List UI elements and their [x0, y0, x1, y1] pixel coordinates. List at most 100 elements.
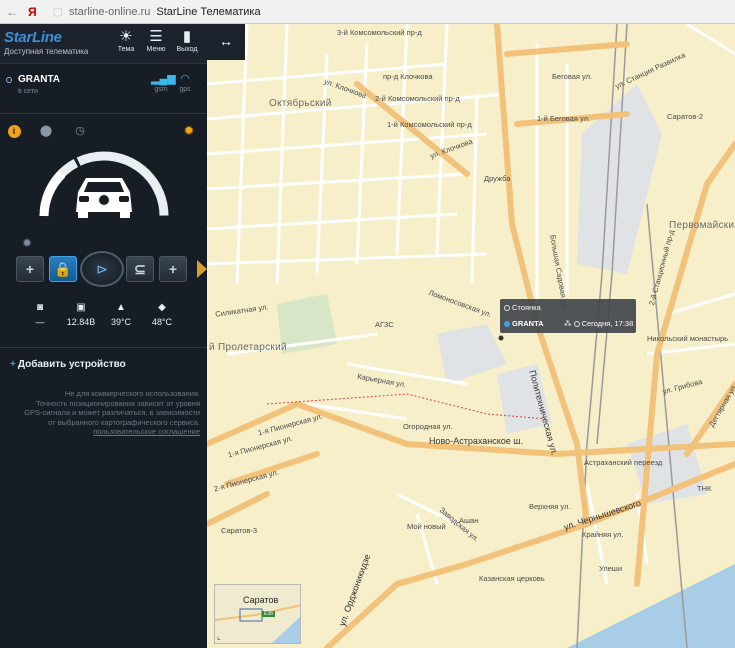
- poi-label: Никольский монастырь: [647, 334, 729, 343]
- back-icon[interactable]: ←: [6, 5, 18, 19]
- engine-temperature-icon: ◆: [158, 302, 166, 313]
- disclaimer-line: GPS-сигнала и может различаться, в завис…: [24, 408, 200, 417]
- theme-label: Тема: [117, 46, 135, 53]
- page-title: StarLine Телематика: [156, 5, 261, 18]
- gauge-arc-icon: [39, 151, 169, 218]
- disclaimer-line: Точность позиционирования зависит от уро…: [35, 398, 200, 408]
- tab-info[interactable]: i: [2, 122, 26, 140]
- starline-logo[interactable]: StarLine: [4, 29, 62, 46]
- tab-location[interactable]: ⬤: [34, 122, 58, 140]
- popup-time: ⁂ Сегодня, 17:38: [564, 319, 633, 328]
- lock-icon: 🔒: [54, 261, 72, 277]
- exit-button[interactable]: ▮ Выход: [174, 28, 200, 53]
- address-bar-url[interactable]: starline-online.ru: [69, 6, 150, 18]
- poi-label: Дружба: [484, 174, 511, 183]
- street-label: пр-д Клочкова: [383, 72, 433, 81]
- info-icon: i: [7, 125, 21, 138]
- popup-state: Стоянка: [504, 303, 541, 312]
- street-label: 1-й Беговая ул.: [537, 114, 591, 123]
- car-front-icon: [76, 178, 132, 218]
- lock-button[interactable]: 🔒: [49, 256, 77, 282]
- gear-icon: ✹: [183, 123, 195, 138]
- gsm-indicator: ▂▄▆ gsm: [151, 73, 176, 93]
- disclaimer: Не для коммерческого использования. Точн…: [8, 389, 200, 437]
- disclaimer-line: Не для коммерческого использования.: [64, 389, 200, 398]
- stat-camera-value: —: [35, 317, 45, 327]
- device-dot-icon: [504, 321, 510, 327]
- popup-device-label: GRANTA: [512, 319, 544, 328]
- street-label: Крайняя ул.: [582, 530, 624, 539]
- trunk-button[interactable]: ⊆: [126, 256, 154, 282]
- logo-subtitle: Доступная телематика: [4, 47, 89, 56]
- road-sign: Е38: [262, 611, 275, 617]
- settings-gear-button[interactable]: ✹: [177, 122, 201, 140]
- car-temperature-icon: ▲: [116, 302, 126, 313]
- clock-icon: [573, 321, 580, 327]
- menu-label: Меню: [146, 46, 166, 53]
- disclaimer-line: от выбранного картографического сервиса.: [48, 417, 200, 427]
- car-info-popup[interactable]: Стоянка GRANTA ⁂ Сегодня, 17:38: [500, 299, 636, 333]
- stat-battery-value: 12.84В: [66, 317, 96, 327]
- chevron-right-icon[interactable]: [197, 260, 207, 278]
- minimap-canvas: [215, 604, 300, 643]
- street-label: 1-й Комсомольский пр-д: [387, 120, 472, 129]
- expand-arrows-icon: ↔: [219, 33, 233, 49]
- minimap-city: Саратов: [243, 595, 279, 605]
- plus-icon: +: [10, 359, 16, 370]
- stat-cabin-temp: ▲ 39°C: [99, 302, 143, 327]
- poi-label: Саратов-3: [221, 526, 258, 535]
- battery-car-icon: ▣: [76, 302, 86, 313]
- map-view[interactable]: Октябрьский Первомайский й Пролетарский …: [207, 24, 735, 648]
- plus-left-button[interactable]: +: [16, 256, 44, 282]
- theme-button[interactable]: ☀ Тема: [113, 28, 139, 53]
- add-device-label: Добавить устройство: [17, 359, 126, 370]
- popup-time-label: Сегодня, 17:38: [581, 319, 634, 328]
- parking-dot-icon: [504, 305, 510, 311]
- agreement-link[interactable]: пользовательское соглашение: [8, 427, 200, 437]
- device-name: GRANTA: [18, 74, 61, 85]
- gsm-label: gsm: [154, 86, 168, 93]
- stat-battery: ▣ 12.84В: [59, 302, 103, 327]
- popup-device: GRANTA: [504, 319, 544, 328]
- camera-icon: ◙: [36, 302, 44, 313]
- signal-bars-icon: ▂▄▆: [151, 73, 176, 85]
- menu-button[interactable]: ☰ Меню: [143, 28, 169, 53]
- sun-icon: ☀: [119, 28, 133, 45]
- tab-history[interactable]: ◷: [68, 122, 92, 140]
- street-label: Огородная ул.: [403, 422, 453, 431]
- expand-map-button[interactable]: ↔: [207, 24, 245, 60]
- poi-label: ТНК: [697, 484, 712, 493]
- poi-label: Ашан: [459, 516, 479, 525]
- engine-start-button[interactable]: ⊳: [80, 251, 124, 287]
- overview-minimap[interactable]: Саратов Е38 ⌞: [214, 584, 301, 644]
- map-pin-icon: ⬤: [39, 125, 53, 137]
- gps-indicator: ◠ gps: [175, 73, 195, 93]
- device-status-dot: [6, 77, 12, 83]
- plus-right-button[interactable]: +: [159, 256, 187, 282]
- car-gauge: [0, 142, 207, 242]
- poi-label: Мой новый: [407, 522, 446, 531]
- street-label: Верхняя ул.: [529, 502, 571, 511]
- resize-corner-icon[interactable]: ⌞: [217, 632, 221, 641]
- menu-icon: ☰: [149, 28, 163, 45]
- telemetry-stats: ◙ — ▣ 12.84В ▲ 39°C ◆ 48°C: [0, 302, 207, 332]
- stat-camera: ◙ —: [18, 302, 62, 327]
- yandex-logo-icon[interactable]: Я: [28, 5, 37, 19]
- area-label: й Пролетарский: [209, 342, 287, 353]
- poi-label: Саратов-2: [667, 112, 704, 121]
- settings-icon[interactable]: ✹: [22, 236, 32, 250]
- signal-icon: ⁂: [564, 319, 574, 328]
- poi-label: АГЗС: [375, 320, 394, 329]
- add-device-button[interactable]: + Добавить устройство: [10, 359, 126, 370]
- stat-cabin-temp-value: 39°C: [110, 317, 132, 327]
- sidebar: StarLine Доступная телематика ☀ Тема ☰ М…: [0, 24, 207, 648]
- stat-engine-temp: ◆ 48°C: [140, 302, 184, 327]
- car-location-marker[interactable]: [498, 335, 504, 341]
- device-tabs: i ⬤ ◷ ✹: [0, 122, 207, 140]
- street-label: 3-й Комсомольский пр-д: [337, 28, 422, 37]
- device-row[interactable]: GRANTA в сети ▂▄▆ gsm ◠ gps: [0, 64, 207, 114]
- key-icon: ⊳: [96, 261, 108, 277]
- gps-label: gps: [179, 86, 191, 93]
- browser-toolbar: ← Я ▢ starline-online.ru StarLine Телема…: [0, 0, 735, 24]
- wifi-signal-icon: ◠: [180, 73, 190, 85]
